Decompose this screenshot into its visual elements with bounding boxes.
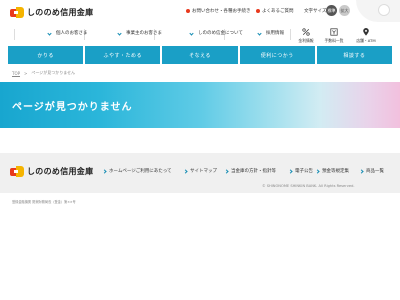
footer-link-label: 当金庫の方針・指針等 (231, 169, 276, 174)
chevron-down-icon (47, 30, 52, 36)
logo-text: しののめ信用金庫 (27, 8, 94, 17)
fees-button-label: 手数料一覧 (324, 38, 344, 43)
chevron-right-icon (102, 168, 107, 174)
page-title: ページが見つかりません (12, 102, 133, 113)
breadcrumb: TOP > ページが見つかりません (12, 70, 75, 76)
nav-recruit-label: 採用情報 (266, 31, 284, 36)
bullet-icon (256, 9, 260, 13)
copyright: © SHINONOME SHINKIN BANK. All Rights Res… (262, 184, 355, 188)
nav-insure[interactable]: そなえる (162, 46, 238, 64)
chevron-right-icon (183, 168, 188, 174)
footer-link-policies[interactable]: 当金庫の方針・指針等 (224, 168, 276, 174)
atm-button[interactable]: 店舗・ATM (352, 28, 380, 44)
footer-link-label: 電子公告 (295, 169, 313, 174)
site-logo[interactable]: しののめ信用金庫 (10, 7, 93, 18)
nav-about-label: しののめ信金について (198, 31, 243, 36)
chevron-right-icon (224, 168, 229, 174)
registration-note: 登録金融機関 関東財務局長（登金）第××号 (12, 200, 76, 204)
chevron-right-icon (315, 168, 320, 174)
bullet-icon (186, 9, 190, 13)
chevron-down-icon (189, 30, 194, 36)
percent-icon (302, 28, 310, 36)
footer-link-sitemap[interactable]: サイトマップ (183, 168, 217, 174)
footer-link-usage[interactable]: ホームページご利用にあたって (102, 168, 172, 174)
footer-link-deposit-rules[interactable]: 預金等規定集 (315, 168, 349, 174)
text-size-large-button[interactable]: 拡大 (339, 5, 350, 16)
nav-consult[interactable]: 相談する (316, 46, 393, 64)
logo-mark-icon (10, 166, 24, 177)
chevron-down-icon (117, 30, 122, 36)
contact-link[interactable]: お問い合わせ・各種お手続き (186, 8, 251, 14)
footer-link-label: 商品一覧 (366, 169, 384, 174)
nav-convenient[interactable]: 便利につかう (239, 46, 315, 64)
chevron-right-icon (288, 168, 293, 174)
footer-link-label: サイトマップ (190, 169, 217, 174)
footer-link-label: 預金等規定集 (322, 169, 349, 174)
nav-personal-label: 個人のお客さま (56, 31, 88, 36)
footer-link-public-notice[interactable]: 電子公告 (288, 168, 313, 174)
rates-button-label: 金利情報 (298, 38, 314, 43)
nav-business[interactable]: 事業主のお客さま (117, 30, 162, 36)
fees-button[interactable]: 手数料一覧 (320, 28, 348, 44)
page-hero: ページが見つかりません (0, 82, 400, 128)
site-header: しののめ信用金庫 お問い合わせ・各種お手続き よくあるご質問 文字サイズ 標準 … (0, 0, 400, 24)
yen-icon (330, 28, 338, 36)
nav-business-label: 事業主のお客さま (126, 31, 162, 36)
nav-personal[interactable]: 個人のお客さま (47, 30, 88, 36)
header-decoration (356, 0, 400, 22)
faq-link-label: よくあるご質問 (262, 9, 294, 14)
breadcrumb-current: ページが見つかりません (31, 70, 76, 75)
logo-mark-icon (10, 7, 24, 18)
chevron-right-icon (359, 168, 364, 174)
map-pin-icon (363, 28, 369, 36)
text-size-label: 文字サイズ (304, 9, 327, 14)
faq-link[interactable]: よくあるご質問 (256, 8, 294, 14)
footer-link-products[interactable]: 商品一覧 (359, 168, 384, 174)
text-size-standard-button[interactable]: 標準 (326, 5, 337, 16)
contact-link-label: お問い合わせ・各種お手続き (192, 9, 251, 14)
nav-borrow[interactable]: かりる (8, 46, 84, 64)
footer-logo-text: しののめ信用金庫 (27, 167, 94, 176)
secondary-nav: かりる ふやす・ためる そなえる 便利につかう 相談する (8, 46, 393, 64)
chevron-down-icon (257, 30, 262, 36)
nav-recruit[interactable]: 採用情報 (257, 30, 284, 36)
nav-save[interactable]: ふやす・ためる (85, 46, 161, 64)
rates-button[interactable]: 金利情報 (292, 28, 320, 44)
footer-link-label: ホームページご利用にあたって (109, 169, 172, 174)
nav-about[interactable]: しののめ信金について (189, 30, 243, 36)
atm-button-label: 店舗・ATM (356, 38, 376, 43)
footer-logo[interactable]: しののめ信用金庫 (10, 166, 93, 177)
site-footer: しののめ信用金庫 ホームページご利用にあたって サイトマップ 当金庫の方針・指針… (0, 153, 400, 193)
breadcrumb-home-link[interactable]: TOP (12, 71, 20, 76)
breadcrumb-separator: > (24, 70, 28, 76)
